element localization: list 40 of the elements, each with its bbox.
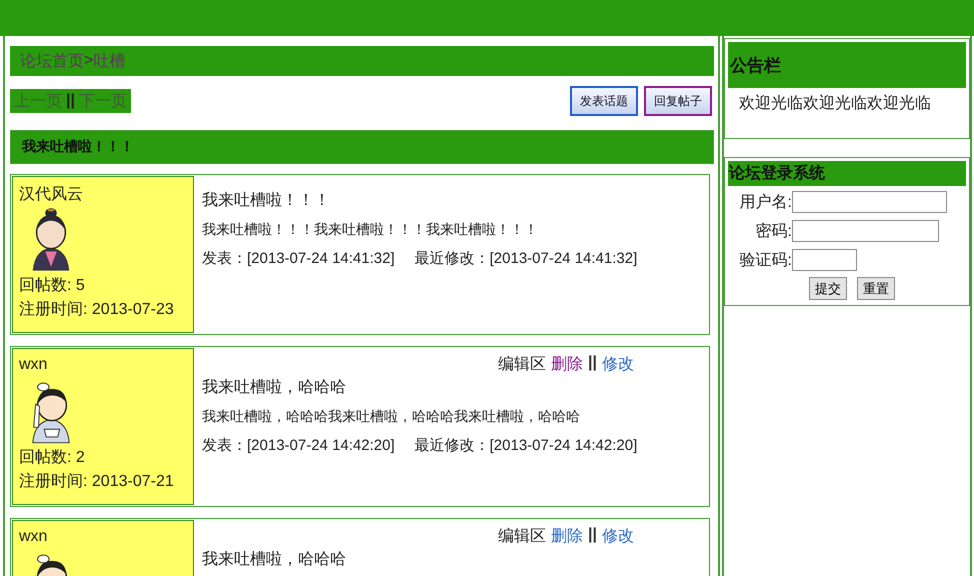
reply-count: 回帖数: 2	[19, 448, 86, 468]
post-body: 我来吐槽啦，哈哈哈我来吐槽啦，哈哈哈我来吐槽啦，哈哈哈	[202, 408, 581, 426]
author-name: 汉代风云	[19, 185, 84, 204]
author-name: wxn	[19, 356, 48, 375]
edit-label: 编辑区	[498, 526, 546, 547]
separator: >	[84, 52, 94, 70]
author-name: wxn	[19, 528, 48, 547]
separator: ||	[588, 354, 597, 373]
modified-time: 最近修改：[2013-07-24 14:42:20]	[414, 436, 638, 455]
reply-count: 回帖数: 5	[19, 276, 86, 296]
field-label: 用户名:	[738, 192, 792, 212]
notice-text: 欢迎光临欢迎光临欢迎光临	[738, 94, 932, 114]
field-label: 验证码:	[738, 250, 792, 270]
topic-title: 我来吐槽啦！！！	[10, 130, 714, 164]
panel-title: 论坛登录系统	[728, 161, 966, 186]
field-label: 密码:	[754, 222, 792, 242]
input-field[interactable]	[792, 249, 857, 271]
register-date: 注册时间: 2013-07-23	[19, 300, 175, 320]
post-body: 我来吐槽啦！！！我来吐槽啦！！！我来吐槽啦！！！	[202, 221, 539, 239]
edit-link[interactable]: 删除	[551, 354, 584, 376]
posted-time: 发表：[2013-07-24 14:41:32]	[202, 249, 395, 268]
register-date: 注册时间: 2013-07-21	[19, 472, 175, 492]
separator: ||	[66, 92, 75, 110]
modified-time: 最近修改：[2013-07-24 14:41:32]	[414, 249, 638, 268]
separator: ||	[588, 526, 597, 545]
edit-link[interactable]: 修改	[602, 354, 634, 376]
action-button[interactable]: 回复帖子	[644, 86, 712, 116]
edit-link[interactable]: 修改	[602, 526, 634, 548]
post-title: 我来吐槽啦！！！	[202, 190, 331, 211]
form-button[interactable]: 提交	[809, 277, 847, 300]
edit-label: 编辑区	[498, 354, 546, 375]
form-button[interactable]: 重置	[857, 277, 895, 300]
posted-time: 发表：[2013-07-24 14:42:20]	[202, 436, 395, 455]
post-title: 我来吐槽啦，哈哈哈	[202, 378, 347, 398]
panel-title: 公告栏	[728, 42, 966, 88]
action-button[interactable]: 发表话题	[570, 86, 638, 116]
input-field[interactable]	[792, 191, 947, 213]
edit-link[interactable]: 删除	[551, 526, 584, 548]
post-title: 我来吐槽啦，哈哈哈	[202, 550, 347, 570]
input-field[interactable]	[792, 220, 939, 242]
